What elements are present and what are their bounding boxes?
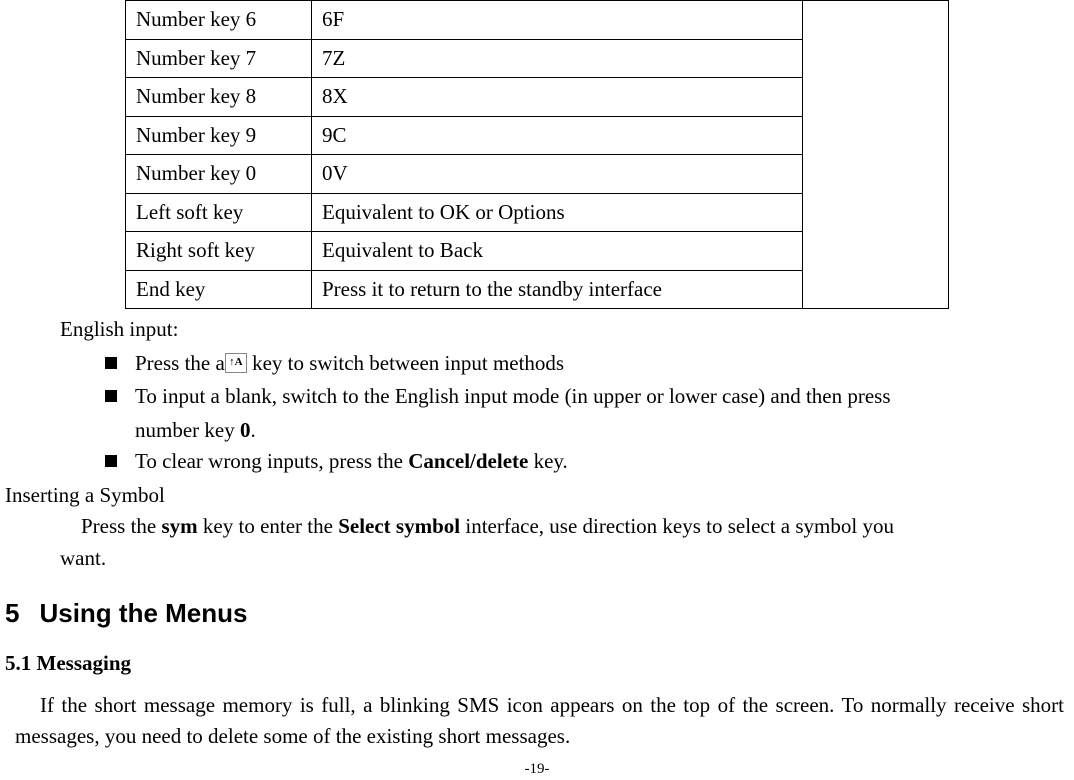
section-title: Using the Menus [39, 598, 247, 628]
section-heading: 5 Using the Menus [5, 594, 1069, 633]
list-item-continuation: number key 0. [135, 415, 1069, 447]
bold-text: Cancel/delete [408, 449, 528, 473]
english-input-label: English input: [60, 314, 1069, 346]
text: key. [528, 449, 567, 473]
square-bullet-icon [105, 390, 117, 402]
bold-text: 0 [240, 418, 251, 442]
inserting-symbol-heading: Inserting a Symbol [5, 480, 1069, 512]
text: To input a blank, switch to the English … [135, 384, 891, 408]
cell-val: 0V [312, 155, 803, 194]
text: number key [135, 418, 240, 442]
bold-text: Select symbol [338, 514, 460, 538]
list-item: To input a blank, switch to the English … [105, 381, 1069, 413]
text: . [250, 418, 255, 442]
input-method-icon: ↑A [225, 353, 247, 373]
key-table: Number key 6 6F Number key 7 7Z Number k… [125, 0, 949, 309]
cell-key: Right soft key [126, 232, 312, 271]
cell-key: Number key 0 [126, 155, 312, 194]
cell-key: End key [126, 270, 312, 309]
text: key to switch between input methods [247, 351, 564, 375]
section-number: 5 [5, 598, 19, 628]
cell-val: Equivalent to Back [312, 232, 803, 271]
cell-val: Press it to return to the standby interf… [312, 270, 803, 309]
bold-text: sym [162, 514, 198, 538]
list-item: To clear wrong inputs, press the Cancel/… [105, 446, 1069, 478]
text: Press the [81, 514, 162, 538]
page-number: -19- [5, 758, 1069, 780]
cell-key: Number key 9 [126, 116, 312, 155]
text: key to enter the [198, 514, 339, 538]
list-item: Press the a↑A key to switch between inpu… [105, 348, 1069, 380]
cell-key: Number key 7 [126, 39, 312, 78]
cell-key: Number key 6 [126, 1, 312, 40]
text: interface, use direction keys to select … [460, 514, 894, 538]
cell-val: 9C [312, 116, 803, 155]
subsection-heading: 5.1 Messaging [5, 648, 1069, 680]
messaging-body: If the short message memory is full, a b… [15, 690, 1064, 753]
bullet-list: Press the a↑A key to switch between inpu… [105, 348, 1069, 478]
cell-val: 8X [312, 78, 803, 117]
square-bullet-icon [105, 455, 117, 467]
cell-key: Left soft key [126, 193, 312, 232]
text: To clear wrong inputs, press the [135, 449, 408, 473]
table-row: Number key 6 6F [126, 1, 949, 40]
square-bullet-icon [105, 357, 117, 369]
inserting-symbol-body-line2: want. [60, 543, 1069, 575]
cell-val: 7Z [312, 39, 803, 78]
cell-empty [803, 1, 949, 309]
cell-val: Equivalent to OK or Options [312, 193, 803, 232]
inserting-symbol-body: Press the sym key to enter the Select sy… [60, 511, 1064, 543]
cell-val: 6F [312, 1, 803, 40]
text: Press the a [135, 351, 225, 375]
cell-key: Number key 8 [126, 78, 312, 117]
